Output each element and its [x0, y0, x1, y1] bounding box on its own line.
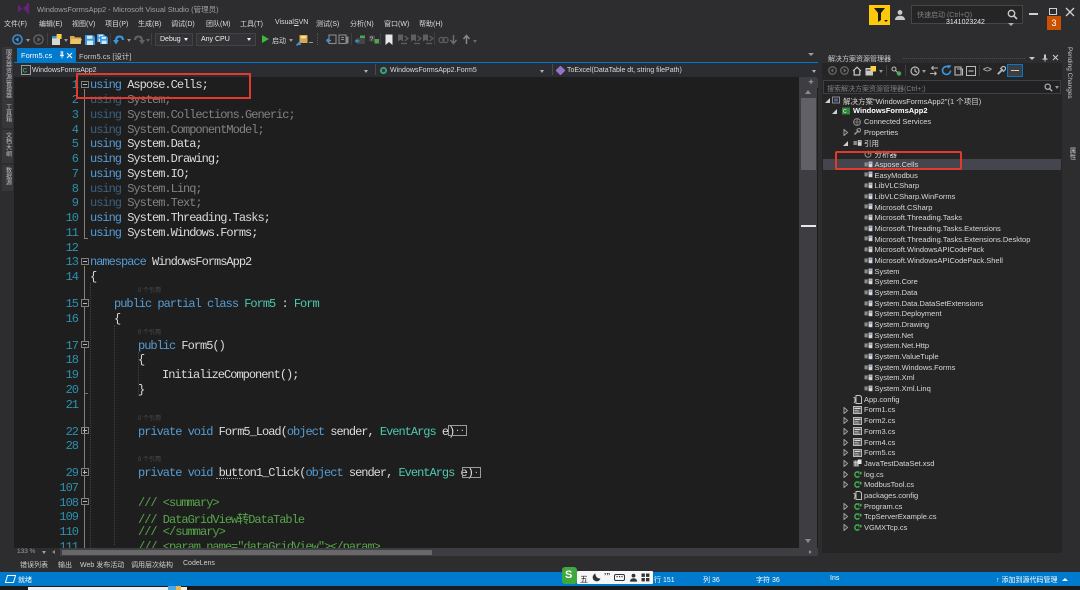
svg-text:?: ? [370, 36, 374, 43]
svg-text:C: C [23, 68, 28, 75]
svg-text:C: C [843, 109, 847, 115]
